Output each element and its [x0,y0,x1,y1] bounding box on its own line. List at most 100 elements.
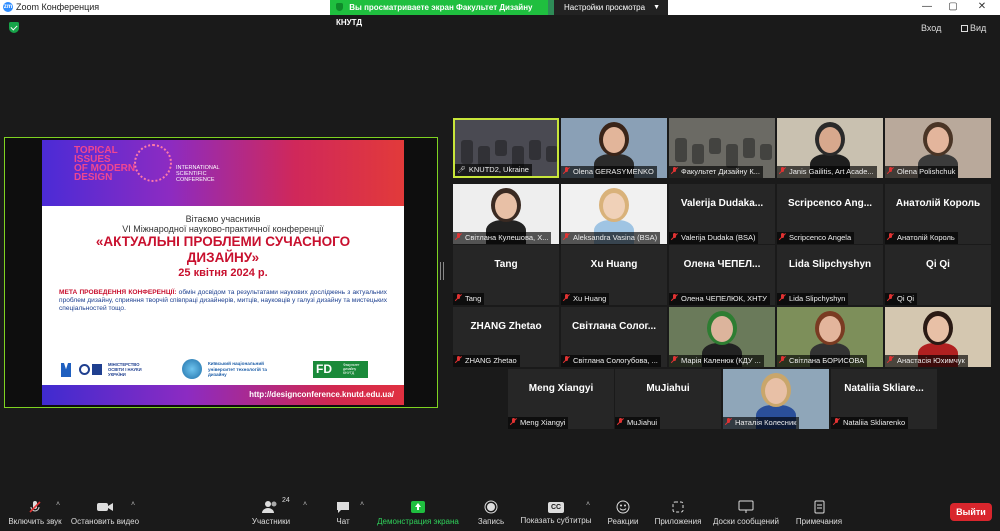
participant-tile[interactable]: Світлана БОРИСОВА [777,307,883,367]
participant-name-label: Olena GERASYMENKO [561,166,657,178]
participant-name-label: Valerija Dudaka (BSA) [669,232,759,244]
whiteboards-label: Доски сообщений [712,517,779,526]
view-options-label: Настройки просмотра [564,3,646,12]
chat-icon [337,502,349,513]
view-button[interactable]: Вид [961,23,986,33]
participant-name: Олена ЧЕПЕЛЮК, ХНТУ [681,294,767,303]
participant-tile[interactable]: Анастасія Юхимчук [885,307,991,367]
participant-tile[interactable]: Tang Tang [453,245,559,305]
participant-name-label: MuJiahui [615,417,661,429]
participant-name: Janis Gailitis, Art Acade... [789,167,874,176]
share-screen-button[interactable]: Демонстрация экрана [375,494,461,531]
participant-display-name: Олена ЧЕПЕЛ... [683,259,761,270]
participants-count: 24 [282,497,290,504]
participant-name-label: 🎤︎ KNUTD2, Ukraine [455,164,532,176]
chat-label: Чат [336,517,350,526]
chat-button[interactable]: Чат ˄ [330,494,364,531]
share-status-text: Вы просматриваете экран Факультет Дизайн… [336,3,533,27]
participant-name-label: Факультет Дизайну К... [669,166,763,178]
leave-meeting-button[interactable]: Выйти [950,503,992,521]
participant-tile[interactable]: Факультет Дизайну К... [669,118,775,178]
participant-tile[interactable]: Xu Huang Xu Huang [561,245,667,305]
participant-name: Nataliia Skliarenko [843,418,906,427]
exit-label: Вход [921,23,942,33]
record-button[interactable]: Запись [475,494,507,531]
presentation-slide: TOPICAL ISSUES OF MODERN DESIGN INTERNATION… [42,140,404,405]
participant-tile[interactable]: Aleksandra Vasina (BSA) [561,184,667,244]
participant-name: Meng Xiangyi [520,418,566,427]
microphone-muted-icon [617,418,624,426]
chat-options-chevron[interactable]: ˄ [360,501,364,508]
microphone-muted-icon [455,294,462,302]
participant-name-label: Scripcenco Angela [777,232,855,244]
trident-icon [61,363,71,377]
participant-tile[interactable]: Анатолій Король Анатолій Король [885,184,991,244]
audio-options-chevron[interactable]: ˄ [56,501,60,508]
ministry-logo [79,362,107,378]
participant-tile[interactable]: Наталія Колесник [723,369,829,429]
participants-button[interactable]: Участники 24 ˄ [246,494,307,531]
notes-button[interactable]: Примечания [790,494,848,531]
participant-tile[interactable]: Nataliia Skliare... Nataliia Skliarenko [831,369,937,429]
participant-display-name: Nataliia Skliare... [844,383,924,394]
screen-share-banner: Вы просматриваете экран Факультет Дизайн… [330,0,668,27]
shared-screen[interactable]: TOPICAL ISSUES OF MODERN DESIGN INTERNATION… [4,137,438,408]
unmute-button[interactable]: Включить звук ˄ [4,494,66,531]
exit-fullscreen-button[interactable]: Вход [921,23,941,33]
participant-tile[interactable]: MuJiahui MuJiahui [615,369,721,429]
participant-tile[interactable]: Olena Polishchuk [885,118,991,178]
participant-display-name: Світлана Солог... [571,321,657,332]
microphone-muted-icon [510,418,517,426]
participant-name-label: Анатолій Король [885,232,958,244]
close-icon[interactable]: ✕ [972,1,992,12]
participant-tile[interactable]: Olena GERASYMENKO [561,118,667,178]
participant-name: Наталія Колесник [735,418,797,427]
splitter-handle[interactable] [440,262,444,280]
microphone-muted-icon [29,501,41,513]
captions-options-chevron[interactable]: ˄ [586,501,590,508]
participant-tile[interactable]: Світлана Солог... Світлана Сологубова, ..… [561,307,667,367]
notes-label: Примечания [795,517,843,526]
participant-tile[interactable]: ZHANG Zhetao ZHANG Zhetao [453,307,559,367]
maximize-icon[interactable]: ▢ [943,1,963,12]
participant-tile[interactable]: Meng Xiangyi Meng Xiangyi [508,369,614,429]
stop-video-button[interactable]: Остановить видео ˄ [70,494,140,531]
view-options-button[interactable]: Настройки просмотра ▼ [554,0,668,15]
participant-tile[interactable]: Qi Qi Qi Qi [885,245,991,305]
participant-name-label: Марія Каленюк (КДУ ... [669,355,764,367]
participant-tile[interactable]: Scripcenco Ang... Scripcenco Angela [777,184,883,244]
participant-tile[interactable]: Марія Каленюк (КДУ ... [669,307,775,367]
participant-tile[interactable]: Lida Slipchyshyn Lida Slipchyshyn [777,245,883,305]
globe-icon [134,144,172,182]
participant-tile[interactable]: Світлана Кулешова, Х... [453,184,559,244]
captions-button[interactable]: CC Показать субтитры ˄ [518,494,594,531]
captions-label: Показать субтитры [520,516,592,525]
microphone-muted-icon [671,233,678,241]
ministry-text: МІНІСТЕРСТВО ОСВІТИ І НАУКИ УКРАЇНИ [108,362,142,377]
participant-name-label: Tang [453,293,485,305]
share-screen-label: Демонстрация экрана [377,517,459,526]
video-options-chevron[interactable]: ˄ [131,501,135,508]
slide-date: 25 квітня 2024 р. [178,267,268,279]
minimize-icon[interactable]: — [917,1,937,12]
slide-footer: http://designconference.knutd.edu.ua/ [42,385,404,405]
participant-name-label: Анастасія Юхимчук [885,355,968,367]
whiteboards-button[interactable]: Доски сообщений [710,494,782,531]
notes-icon [814,500,825,514]
apps-button[interactable]: Приложения [652,494,704,531]
stop-video-label: Остановить видео [70,517,140,526]
participant-tile[interactable]: 🎤︎ KNUTD2, Ukraine [453,118,559,178]
participant-name-label: Olena Polishchuk [885,166,959,178]
record-label: Запись [477,517,505,526]
microphone-muted-icon [563,356,570,364]
microphone-muted-icon [455,233,462,241]
participants-icon [262,501,277,513]
participant-tile[interactable]: Олена ЧЕПЕЛ... Олена ЧЕПЕЛЮК, ХНТУ [669,245,775,305]
participant-name: Scripcenco Angela [789,233,852,242]
participant-name: Світлана Кулешова, Х... [465,233,549,242]
participants-options-chevron[interactable]: ˄ [303,501,307,508]
participant-tile[interactable]: Valerija Dudaka... Valerija Dudaka (BSA) [669,184,775,244]
reactions-button[interactable]: Реакции [604,494,642,531]
participant-tile[interactable]: Janis Gailitis, Art Acade... [777,118,883,178]
encryption-shield-icon[interactable] [9,22,19,33]
